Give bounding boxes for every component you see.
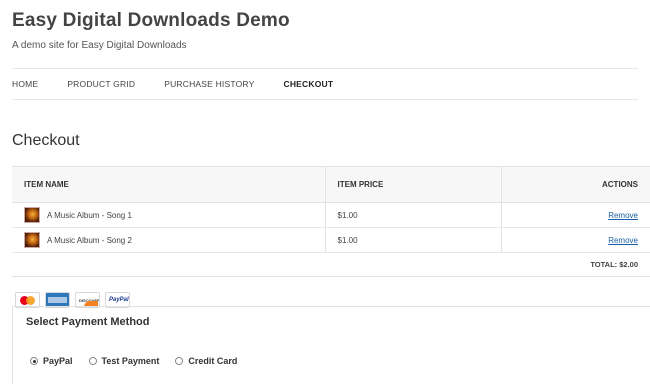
gateway-paypal[interactable]: PayPal <box>30 356 73 366</box>
radio-credit-card[interactable] <box>175 357 184 365</box>
site-title[interactable]: Easy Digital Downloads Demo <box>12 10 290 32</box>
gateway-test-payment[interactable]: Test Payment <box>88 356 160 366</box>
item-name-cell: A Music Album - Song 1 <box>12 202 325 228</box>
item-name-cell: A Music Album - Song 2 <box>12 227 325 253</box>
nav-purchase-history[interactable]: PURCHASE HISTORY <box>164 79 254 89</box>
radio-paypal[interactable] <box>30 357 38 365</box>
item-actions: Remove <box>500 227 650 253</box>
cart-total: TOTAL: $2.00 <box>12 252 650 277</box>
item-actions: Remove <box>500 202 650 228</box>
gateway-label: Credit Card <box>188 356 238 366</box>
nav-home[interactable]: HOME <box>12 79 38 89</box>
header-actions: ACTIONS <box>500 166 650 203</box>
cart-header-row: ITEM NAME ITEM PRICE ACTIONS <box>12 166 650 203</box>
gateway-credit-card[interactable]: Credit Card <box>175 356 237 366</box>
radio-test-payment[interactable] <box>88 357 97 365</box>
table-row: A Music Album - Song 2 $1.00 Remove <box>12 227 650 253</box>
gateway-label: Test Payment <box>101 356 160 366</box>
album-thumbnail <box>24 207 40 223</box>
nav-checkout[interactable]: CHECKOUT <box>283 79 333 89</box>
table-row: A Music Album - Song 1 $1.00 Remove <box>12 202 650 228</box>
item-price: $1.00 <box>324 202 501 228</box>
remove-link[interactable]: Remove <box>608 211 638 220</box>
payment-method-legend: Select Payment Method <box>26 316 154 328</box>
album-thumbnail <box>24 232 40 248</box>
site-description: A demo site for Easy Digital Downloads <box>12 40 187 51</box>
gateway-label: PayPal <box>43 356 73 366</box>
nav-product-grid[interactable]: PRODUCT GRID <box>67 79 135 89</box>
remove-link[interactable]: Remove <box>608 236 638 245</box>
payment-gateways: PayPal Test Payment Credit Card <box>30 356 237 366</box>
item-price: $1.00 <box>324 227 501 253</box>
page-title: Checkout <box>12 132 80 149</box>
header-item-name: ITEM NAME <box>12 166 325 203</box>
cart-table: ITEM NAME ITEM PRICE ACTIONS A Music Alb… <box>12 166 650 277</box>
item-name: A Music Album - Song 2 <box>47 235 132 245</box>
header-item-price: ITEM PRICE <box>324 166 501 203</box>
main-nav: HOME PRODUCT GRID PURCHASE HISTORY CHECK… <box>12 68 638 100</box>
item-name: A Music Album - Song 1 <box>47 210 132 220</box>
cart-total-row: TOTAL: $2.00 <box>12 252 650 277</box>
